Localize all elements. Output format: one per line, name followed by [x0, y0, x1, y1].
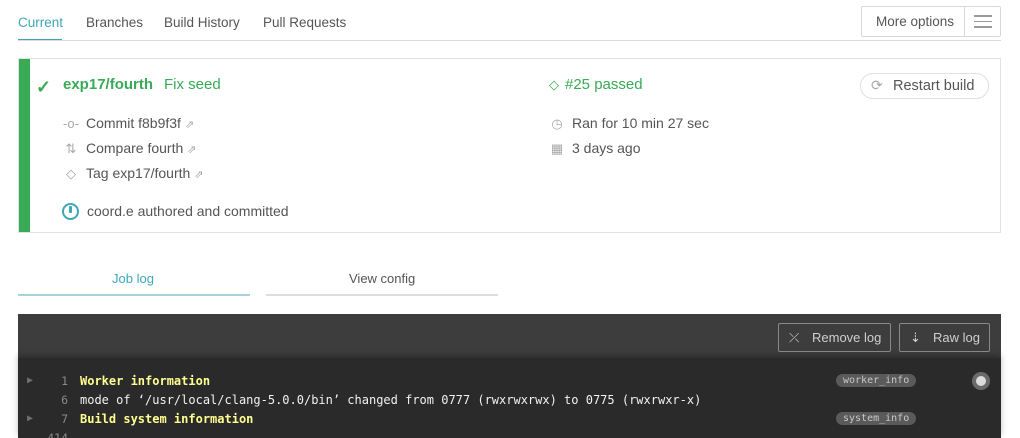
log-line[interactable]: ▶ 7 Build system information system_info	[18, 410, 1001, 429]
log-text: Build system information	[80, 412, 254, 426]
external-link-icon: ⇗	[184, 119, 195, 131]
stopwatch-icon: ◷	[551, 116, 563, 131]
author-line: coord.e authored and committed	[87, 203, 289, 219]
restart-build-button[interactable]: ⟳ Restart build	[860, 73, 989, 99]
fold-badge: system_info	[836, 412, 917, 425]
tag-icon: ◇	[66, 166, 76, 181]
log-output[interactable]: ▶ 1 Worker information worker_info 6 mod…	[18, 358, 1001, 438]
author-avatar-icon	[62, 203, 79, 220]
fold-arrow-icon[interactable]: ▶	[27, 413, 33, 424]
restart-build-label: Restart build	[893, 78, 975, 94]
fold-badge: worker_info	[836, 374, 917, 387]
raw-log-label: Raw log	[933, 330, 980, 345]
log-line[interactable]: ▶ 1 Worker information worker_info	[18, 372, 1001, 391]
build-summary-card: ✓ exp17/fourth Fix seed -o- Commit f8b9f3…	[18, 58, 1001, 233]
tab-job-log[interactable]: Job log	[112, 271, 154, 286]
commit-link[interactable]: -o- Commit f8b9f3f ⇗	[63, 115, 194, 131]
nav-divider	[18, 40, 1001, 41]
build-finished: ▦ 3 days ago	[549, 140, 641, 157]
line-number[interactable]: 7	[38, 412, 68, 426]
build-status[interactable]: ◇ #25 passed	[549, 76, 643, 93]
compare-label: Compare fourth	[86, 140, 184, 156]
raw-log-button[interactable]: ⇣ Raw log	[899, 323, 990, 352]
build-status-stripe	[19, 59, 30, 232]
remove-log-button[interactable]: ⤫ Remove log	[778, 323, 891, 352]
commit-label: Commit f8b9f3f	[86, 115, 181, 131]
compare-link[interactable]: ⇅ Compare fourth ⇗	[63, 140, 197, 157]
log-line[interactable]: 6 mode of ‘/usr/local/clang-5.0.0/bin’ c…	[18, 391, 1001, 410]
tag-icon: ◇	[549, 77, 559, 92]
build-status-label: #25 passed	[565, 76, 643, 93]
hamburger-icon[interactable]	[974, 15, 992, 28]
job-log-tab-underline	[18, 294, 250, 296]
commit-message: Fix seed	[164, 76, 221, 93]
log-toolbar: ⤫ Remove log ⇣ Raw log	[18, 314, 1001, 358]
remove-log-icon: ⤫	[789, 330, 800, 345]
tag-link[interactable]: ◇ Tag exp17/fourth ⇗	[63, 165, 204, 182]
log-text: Worker information	[80, 374, 211, 388]
duration-label: Ran for 10 min 27 sec	[572, 115, 709, 131]
more-options-label: More options	[876, 14, 955, 29]
finished-label: 3 days ago	[572, 140, 641, 156]
branch-name[interactable]: exp17/fourth	[63, 76, 153, 93]
top-nav: Current Branches Build History Pull Requ…	[0, 0, 1020, 42]
external-link-icon: ⇗	[187, 144, 197, 156]
scroll-to-top-icon[interactable]	[972, 372, 990, 390]
line-number[interactable]: 6	[38, 393, 68, 407]
view-config-tab-underline	[266, 294, 498, 296]
line-number[interactable]: 414	[38, 431, 68, 438]
compare-icon: ⇅	[65, 141, 77, 156]
log-line[interactable]: 414	[18, 429, 1001, 438]
log-text: mode of ‘/usr/local/clang-5.0.0/bin’ cha…	[80, 393, 702, 407]
tab-branches[interactable]: Branches	[86, 15, 143, 30]
commit-icon: -o-	[63, 116, 79, 131]
calendar-icon: ▦	[550, 141, 564, 156]
line-number[interactable]: 1	[38, 374, 68, 388]
tab-pull-requests[interactable]: Pull Requests	[263, 15, 346, 30]
external-link-icon: ⇗	[194, 169, 204, 181]
restart-icon: ⟳	[871, 77, 883, 93]
tab-current[interactable]: Current	[18, 15, 63, 30]
fold-arrow-icon[interactable]: ▶	[27, 375, 33, 386]
remove-log-label: Remove log	[812, 330, 882, 345]
raw-log-icon: ⇣	[910, 330, 921, 345]
tag-label: Tag exp17/fourth	[86, 165, 191, 181]
more-options-separator	[964, 7, 965, 36]
tab-view-config[interactable]: View config	[349, 271, 415, 286]
tab-build-history[interactable]: Build History	[164, 15, 240, 30]
build-duration: ◷ Ran for 10 min 27 sec	[549, 115, 709, 132]
check-icon: ✓	[36, 77, 52, 97]
more-options-button[interactable]: More options	[861, 6, 1001, 37]
